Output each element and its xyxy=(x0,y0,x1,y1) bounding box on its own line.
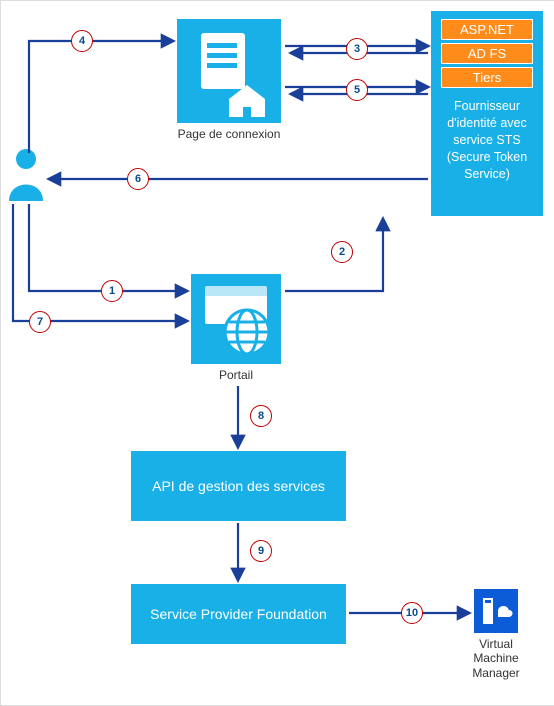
step-7: 7 xyxy=(29,311,51,333)
diagram-canvas: Page de connexion ASP.NET AD FS Tiers Fo… xyxy=(0,0,554,706)
user-icon xyxy=(9,149,43,201)
step-1: 1 xyxy=(101,280,123,302)
diagram-svg-layer xyxy=(1,1,554,705)
step-3: 3 xyxy=(346,38,368,60)
step-2: 2 xyxy=(331,241,353,263)
step-4: 4 xyxy=(71,30,93,52)
step-8: 8 xyxy=(250,405,272,427)
step-5: 5 xyxy=(346,79,368,101)
step-9: 9 xyxy=(250,540,272,562)
step-6: 6 xyxy=(127,168,149,190)
step-10: 10 xyxy=(401,602,423,624)
